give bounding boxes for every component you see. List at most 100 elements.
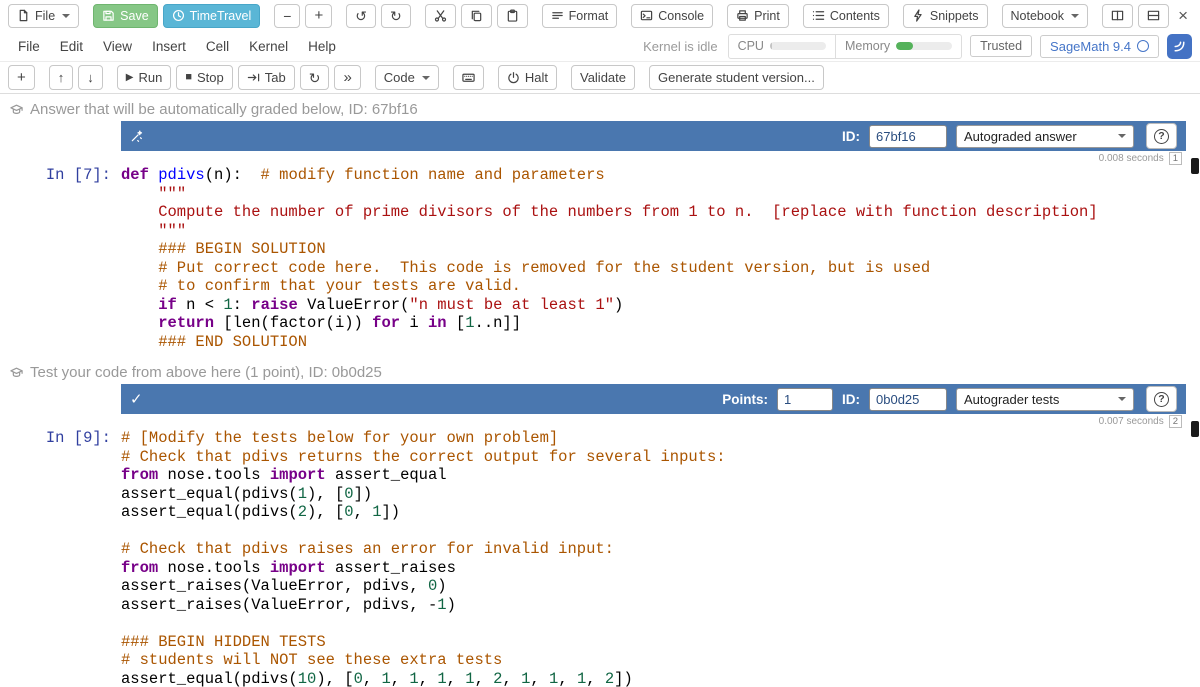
memory-label: Memory bbox=[845, 39, 890, 53]
console-button[interactable]: Console bbox=[631, 4, 713, 28]
cell-number-badge: 2 bbox=[1169, 415, 1182, 428]
keyboard-icon bbox=[462, 71, 475, 84]
stop-label: Stop bbox=[197, 70, 224, 85]
print-button[interactable]: Print bbox=[727, 4, 789, 28]
menu-cell[interactable]: Cell bbox=[196, 35, 239, 58]
move-cell-up-button[interactable]: ↑ bbox=[49, 65, 74, 90]
validate-label: Validate bbox=[580, 70, 626, 85]
snippets-label: Snippets bbox=[930, 9, 979, 23]
save-icon bbox=[102, 9, 115, 22]
validate-button[interactable]: Validate bbox=[571, 65, 635, 90]
halt-label: Halt bbox=[525, 70, 548, 85]
notebook-menu-button[interactable]: Notebook bbox=[1002, 4, 1089, 28]
chevron-down-icon bbox=[1118, 134, 1126, 138]
id-label: ID: bbox=[842, 129, 860, 144]
menubar: FileEditViewInsertCellKernelHelp Kernel … bbox=[0, 31, 1200, 62]
menu-insert[interactable]: Insert bbox=[142, 35, 196, 58]
stop-button[interactable]: ■ Stop bbox=[176, 65, 232, 90]
chevron-down-icon bbox=[1118, 397, 1126, 401]
font-decrease-button[interactable]: − bbox=[274, 4, 300, 28]
run-cell-button[interactable]: ▶Run bbox=[117, 65, 172, 90]
kernel-select-button[interactable]: SageMath 9.4 bbox=[1040, 35, 1159, 58]
tab-complete-label: Tab bbox=[265, 70, 286, 85]
copy-button[interactable] bbox=[461, 4, 492, 28]
paste-icon bbox=[506, 9, 519, 22]
keyboard-shortcuts-button[interactable] bbox=[453, 65, 484, 90]
font-increase-button[interactable]: + bbox=[305, 4, 332, 28]
close-frame-button[interactable]: × bbox=[1174, 4, 1192, 28]
nbgrader-cell-header: ID: Autograded answer? bbox=[121, 121, 1186, 151]
split-frame-col-button[interactable] bbox=[1102, 4, 1133, 28]
move-cell-down-button[interactable]: ↓ bbox=[78, 65, 103, 90]
redo-button[interactable]: ↻ bbox=[381, 4, 411, 28]
menu-kernel[interactable]: Kernel bbox=[239, 35, 298, 58]
halt-button[interactable]: Halt bbox=[498, 65, 557, 90]
doc-icon bbox=[17, 9, 30, 22]
restart-icon: ↻ bbox=[309, 71, 321, 85]
nbgrader-heading: Test your code from above here (1 point)… bbox=[10, 363, 1200, 381]
menu-items: FileEditViewInsertCellKernelHelp bbox=[8, 35, 346, 58]
id-input[interactable] bbox=[869, 388, 947, 411]
kernel-status-text: Kernel is idle bbox=[643, 39, 717, 54]
format-button[interactable]: Format bbox=[542, 4, 618, 28]
id-input[interactable] bbox=[869, 125, 947, 148]
run-all-below-button[interactable]: » bbox=[334, 65, 360, 90]
cut-button[interactable] bbox=[425, 4, 456, 28]
stop-icon: ■ bbox=[185, 72, 192, 83]
help-button[interactable]: ? bbox=[1146, 386, 1177, 412]
timetravel-button[interactable]: TimeTravel bbox=[163, 4, 261, 28]
contents-label: Contents bbox=[830, 9, 880, 23]
nbgrader-heading-text: Test your code from above here (1 point)… bbox=[30, 364, 382, 381]
menu-view[interactable]: View bbox=[93, 35, 142, 58]
restart-kernel-button[interactable]: ↻ bbox=[300, 65, 330, 90]
contents-icon bbox=[812, 9, 825, 22]
execution-time: 0.007 seconds bbox=[1099, 416, 1164, 427]
menu-help[interactable]: Help bbox=[298, 35, 346, 58]
chevron-down-icon bbox=[1071, 14, 1079, 18]
menu-file[interactable]: File bbox=[8, 35, 50, 58]
plus-icon: + bbox=[314, 8, 323, 23]
code-cell[interactable]: In [7]:def pdivs(n): # modify function n… bbox=[0, 166, 1200, 351]
resource-meters: CPU Memory bbox=[728, 34, 963, 59]
tab-complete-button[interactable]: Tab bbox=[238, 65, 295, 90]
snippets-icon bbox=[912, 9, 925, 22]
menu-edit[interactable]: Edit bbox=[50, 35, 93, 58]
trusted-badge[interactable]: Trusted bbox=[970, 35, 1032, 57]
minus-icon: − bbox=[283, 9, 291, 23]
paste-button[interactable] bbox=[497, 4, 528, 28]
snippets-button[interactable]: Snippets bbox=[903, 4, 988, 28]
undo-button[interactable]: ↺ bbox=[346, 4, 376, 28]
cpu-bar bbox=[770, 42, 826, 50]
cell-grade-type-select[interactable]: Autograded answer bbox=[956, 125, 1134, 148]
redo-icon: ↻ bbox=[390, 9, 402, 23]
split-h-icon bbox=[1111, 9, 1124, 22]
console-label: Console bbox=[658, 9, 704, 23]
notebook-menu-label: Notebook bbox=[1011, 9, 1065, 23]
status-area: Kernel is idle CPU Memory Trusted SageMa… bbox=[643, 34, 1192, 59]
contents-button[interactable]: Contents bbox=[803, 4, 889, 28]
help-button[interactable]: ? bbox=[1146, 123, 1177, 149]
code-editor[interactable]: def pdivs(n): # modify function name and… bbox=[121, 166, 1200, 351]
generate-student-version-label: Generate student version... bbox=[658, 70, 815, 85]
generate-student-version-button[interactable]: Generate student version... bbox=[649, 65, 824, 90]
nbgrader-heading: Answer that will be automatically graded… bbox=[10, 100, 1200, 118]
arrow-down-icon: ↓ bbox=[87, 71, 94, 84]
code-cell[interactable]: In [9]:# [Modify the tests below for you… bbox=[0, 429, 1200, 687]
points-label: Points: bbox=[722, 392, 768, 407]
memory-bar bbox=[896, 42, 952, 50]
split-frame-row-button[interactable] bbox=[1138, 4, 1169, 28]
cell-type-label: Code bbox=[384, 70, 415, 85]
sagemath-logo-icon bbox=[1167, 34, 1192, 59]
points-input[interactable] bbox=[777, 388, 833, 411]
input-prompt: In [7]: bbox=[0, 166, 121, 351]
file-menu-button[interactable]: File bbox=[8, 4, 79, 28]
cell-type-button[interactable]: Code bbox=[375, 65, 439, 90]
timetravel-label: TimeTravel bbox=[190, 9, 252, 23]
cut-icon bbox=[434, 9, 447, 22]
insert-cell-button[interactable]: + bbox=[8, 65, 35, 90]
nbgrader-cell-header: ✓Points:ID:Autograder tests? bbox=[121, 384, 1186, 414]
save-button[interactable]: Save bbox=[93, 4, 158, 28]
cell-grade-type-select[interactable]: Autograder tests bbox=[956, 388, 1134, 411]
code-editor[interactable]: # [Modify the tests below for your own p… bbox=[121, 429, 1200, 687]
run-cell-label: Run bbox=[138, 70, 162, 85]
